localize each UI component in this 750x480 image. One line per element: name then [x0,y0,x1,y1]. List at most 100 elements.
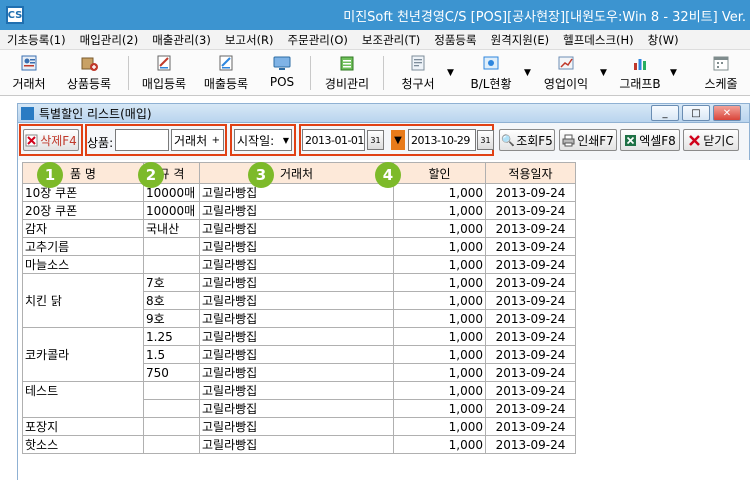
cell-product: 포장지 [22,417,144,436]
delete-button[interactable]: 삭제F4 [23,129,79,151]
toolbar-product-button[interactable]: 상품등록 [58,52,120,94]
plus-icon: + [211,134,220,146]
menu-window[interactable]: 창(W) [641,32,686,48]
toolbar-invoice-button[interactable]: 청구서 [392,52,444,94]
maximize-button[interactable]: □ [682,105,710,121]
cell-discount: 1,000 [393,255,486,274]
cell-product: 테스트 [22,381,144,400]
print-button[interactable]: 인쇄F7 [559,129,617,151]
menu-sales[interactable]: 매출관리(3) [145,32,218,48]
menu-helpdesk[interactable]: 헬프데스크(H) [556,32,641,48]
header-apply-date[interactable]: 적용일자 [485,162,576,184]
cell-customer: 고릴라빵집 [199,309,394,328]
search-icon: 🔍 [501,133,515,147]
toolbar-customer-button[interactable]: 거래처 [4,52,54,94]
table-row[interactable]: 고추기름 고릴라빵집 1,000 2013-09-24 [22,237,576,256]
table-header-row: 품 명 규 격 거래처 할인 적용일자 [22,162,576,184]
toolbar-expense-button[interactable]: 경비관리 [316,52,378,94]
menu-license[interactable]: 정품등록 [427,32,483,48]
table-row[interactable]: 포장지 고릴라빵집 1,000 2013-09-24 [22,417,576,436]
table-row[interactable]: 7호 고릴라빵집 1,000 2013-09-24 [22,273,576,292]
close-icon [689,134,701,146]
toolbar-pos-button[interactable]: POS [262,52,302,94]
table-row[interactable]: 코카콜라 1.5 고릴라빵집 1,000 2013-09-24 [22,345,576,364]
table-row[interactable]: 감자 국내산 고릴라빵집 1,000 2013-09-24 [22,219,576,238]
table-row[interactable]: 20장 쿠폰 10000매 고릴라빵집 1,000 2013-09-24 [22,201,576,220]
delete-icon [25,134,38,146]
chevron-down-icon: ▼ [282,135,289,145]
date-type-select[interactable]: 시작일: ▼ [234,129,292,151]
close-window-button[interactable]: ✕ [713,105,741,121]
bl-dropdown-arrow-icon[interactable]: ▼ [524,68,531,78]
search-button[interactable]: 🔍 조회F5 [499,129,555,151]
calendar-icon [713,56,729,71]
menu-purchase[interactable]: 매입관리(2) [73,32,146,48]
table-row[interactable]: 고릴라빵집 1,000 2013-09-24 [22,399,576,418]
toolbar-bl-button[interactable]: B/L현황 [462,52,520,94]
cell-apply-date: 2013-09-24 [485,219,576,238]
cell-product: 마늘소스 [22,255,144,274]
calendar-to-icon[interactable]: 31 [477,130,494,150]
cell-customer: 고릴라빵집 [199,219,394,238]
product-icon [81,57,98,71]
cell-spec [143,435,200,454]
cell-discount: 1,000 [393,309,486,328]
cell-discount: 1,000 [393,417,486,436]
toolbar-chart-button[interactable]: 그래프B [612,52,668,94]
customer-select-button[interactable]: 거래처 + [171,129,224,151]
menu-basic-register[interactable]: 기초등록(1) [0,32,73,48]
invoice-dropdown-arrow-icon[interactable]: ▼ [447,68,454,78]
cell-apply-date: 2013-09-24 [485,381,576,400]
cell-apply-date: 2013-09-24 [485,183,576,202]
toolbar-schedule-button[interactable]: 스케줄 [696,52,746,94]
cell-spec [143,417,200,436]
excel-button[interactable]: 엑셀F8 [620,129,680,151]
close-button[interactable]: 닫기C [683,129,739,151]
cell-customer: 고릴라빵집 [199,327,394,346]
close-label: 닫기C [703,133,734,148]
table-row[interactable]: 750 고릴라빵집 1,000 2013-09-24 [22,363,576,382]
cell-customer: 고릴라빵집 [199,363,394,382]
toolbar-sales-label: 매출등록 [203,77,249,91]
customer-icon [21,55,37,71]
table-row[interactable]: 1.25 고릴라빵집 1,000 2013-09-24 [22,327,576,346]
cell-product [22,309,144,328]
delete-label: 삭제F4 [40,133,77,148]
table-row[interactable]: 마늘소스 고릴라빵집 1,000 2013-09-24 [22,255,576,274]
header-customer[interactable]: 거래처 [199,162,394,184]
table-row[interactable]: 9호 고릴라빵집 1,000 2013-09-24 [22,309,576,328]
minimize-button[interactable]: _ [651,105,679,121]
header-discount[interactable]: 할인 [393,162,486,184]
cell-product: 코카콜라 [22,345,144,364]
toolbar-purchase-button[interactable]: 매입등록 [134,52,194,94]
cell-apply-date: 2013-09-24 [485,435,576,454]
product-input[interactable] [115,129,169,151]
date-from-input[interactable]: 2013-01-01 [302,129,365,151]
toolbar-profit-button[interactable]: 영업이익 [536,52,596,94]
menu-reports[interactable]: 보고서(R) [218,32,281,48]
table-row[interactable]: 핫소스 고릴라빵집 1,000 2013-09-24 [22,435,576,454]
step-badge-4: 4 [375,162,401,188]
table-row[interactable]: 10장 쿠폰 10000매 고릴라빵집 1,000 2013-09-24 [22,183,576,202]
menu-orders[interactable]: 주문관리(O) [281,32,355,48]
table-row[interactable]: 치킨 닭 8호 고릴라빵집 1,000 2013-09-24 [22,291,576,310]
toolbar-invoice-label: 청구서 [401,77,435,91]
cell-product [22,327,144,346]
table-row[interactable]: 테스트 고릴라빵집 1,000 2013-09-24 [22,381,576,400]
menu-remote[interactable]: 원격지원(E) [484,32,557,48]
date-to-input[interactable]: 2013-10-29 [408,129,476,151]
chart-dropdown-arrow-icon[interactable]: ▼ [670,68,677,78]
subwindow-title: 특별할인 리스트(매입) [39,106,152,121]
date-arrow-button[interactable]: ▼ [391,130,405,150]
cell-apply-date: 2013-09-24 [485,327,576,346]
profit-dropdown-arrow-icon[interactable]: ▼ [600,68,607,78]
purchase-icon [157,55,171,71]
menu-aux[interactable]: 보조관리(T) [355,32,427,48]
toolbar-bl-label: B/L현황 [470,77,512,91]
toolbar-sales-button[interactable]: 매출등록 [196,52,256,94]
cell-apply-date: 2013-09-24 [485,237,576,256]
cell-spec: 9호 [143,309,200,328]
cell-product: 10장 쿠폰 [22,183,144,202]
subwindow-titlebar: 특별할인 리스트(매입) _ □ ✕ [17,103,750,123]
calendar-from-icon[interactable]: 31 [367,130,384,150]
